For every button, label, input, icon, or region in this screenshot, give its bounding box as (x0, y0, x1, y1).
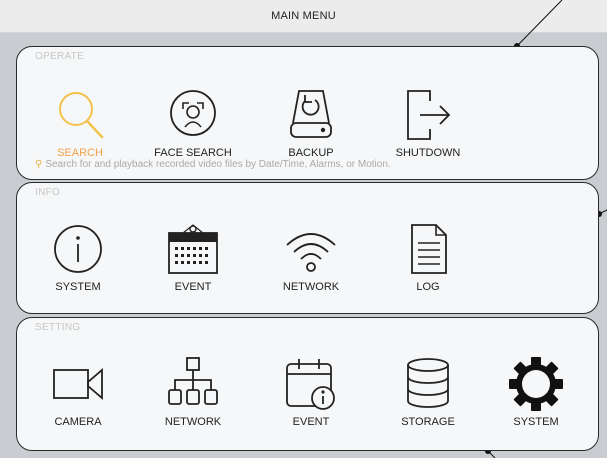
info-system-label: SYSTEM (55, 281, 101, 293)
info-event-button[interactable]: EVENT (138, 221, 248, 293)
wifi-icon (286, 233, 336, 272)
operate-section-label: OPERATE (35, 51, 85, 62)
calendar-icon (168, 224, 218, 274)
setting-network-label: NETWORK (164, 416, 222, 428)
shutdown-button[interactable]: SHUTDOWN (373, 87, 483, 159)
info-event-label: EVENT (174, 281, 212, 293)
help-hint: ⚲ Search for and playback recorded video … (35, 159, 391, 170)
setting-section-label: SETTING (35, 322, 81, 333)
search-label: SEARCH (57, 147, 103, 159)
info-section-label: INFO (35, 187, 61, 198)
page-title: MAIN MENU (271, 10, 336, 22)
info-panel: INFO SYSTEM EVENT NETWORK LOG (16, 182, 599, 314)
setting-panel: SETTING CAMERA NETWORK EVENT STORAGE SYS… (16, 317, 599, 451)
camera-button[interactable]: CAMERA (23, 356, 133, 428)
lightbulb-icon: ⚲ (35, 159, 43, 170)
setting-event-label: EVENT (292, 416, 330, 428)
backup-label: BACKUP (288, 147, 334, 159)
gear-icon (509, 357, 563, 411)
shutdown-label: SHUTDOWN (395, 147, 461, 159)
face-search-label: FACE SEARCH (154, 147, 232, 159)
setting-system-button[interactable]: SYSTEM (481, 356, 591, 428)
setting-network-button[interactable]: NETWORK (138, 356, 248, 428)
document-icon (411, 224, 447, 274)
backup-drive-icon (290, 90, 332, 138)
magnifier-icon (59, 92, 104, 139)
exit-arrow-icon (407, 90, 451, 140)
hint-text: Search for and playback recorded video f… (45, 159, 391, 170)
title-bar: MAIN MENU (0, 0, 607, 33)
face-search-icon (170, 90, 216, 136)
info-circle-icon (54, 225, 102, 273)
database-icon (407, 358, 449, 408)
search-button[interactable]: SEARCH (25, 87, 135, 159)
log-label: LOG (416, 281, 440, 293)
setting-event-button[interactable]: EVENT (256, 356, 366, 428)
storage-button[interactable]: STORAGE (373, 356, 483, 428)
storage-label: STORAGE (401, 416, 455, 428)
setting-system-label: SYSTEM (513, 416, 559, 428)
info-system-button[interactable]: SYSTEM (23, 221, 133, 293)
camera-label: CAMERA (54, 416, 102, 428)
backup-button[interactable]: BACKUP (256, 87, 366, 159)
calendar-info-icon (286, 359, 335, 410)
face-search-button[interactable]: FACE SEARCH (138, 87, 248, 159)
log-button[interactable]: LOG (373, 221, 483, 293)
video-camera-icon (53, 368, 103, 400)
operate-panel: OPERATE SEARCH FACE SEARCH BACKUP SHUTDO… (16, 46, 599, 180)
network-tree-icon (168, 357, 218, 405)
info-network-button[interactable]: NETWORK (256, 221, 366, 293)
info-network-label: NETWORK (282, 281, 340, 293)
